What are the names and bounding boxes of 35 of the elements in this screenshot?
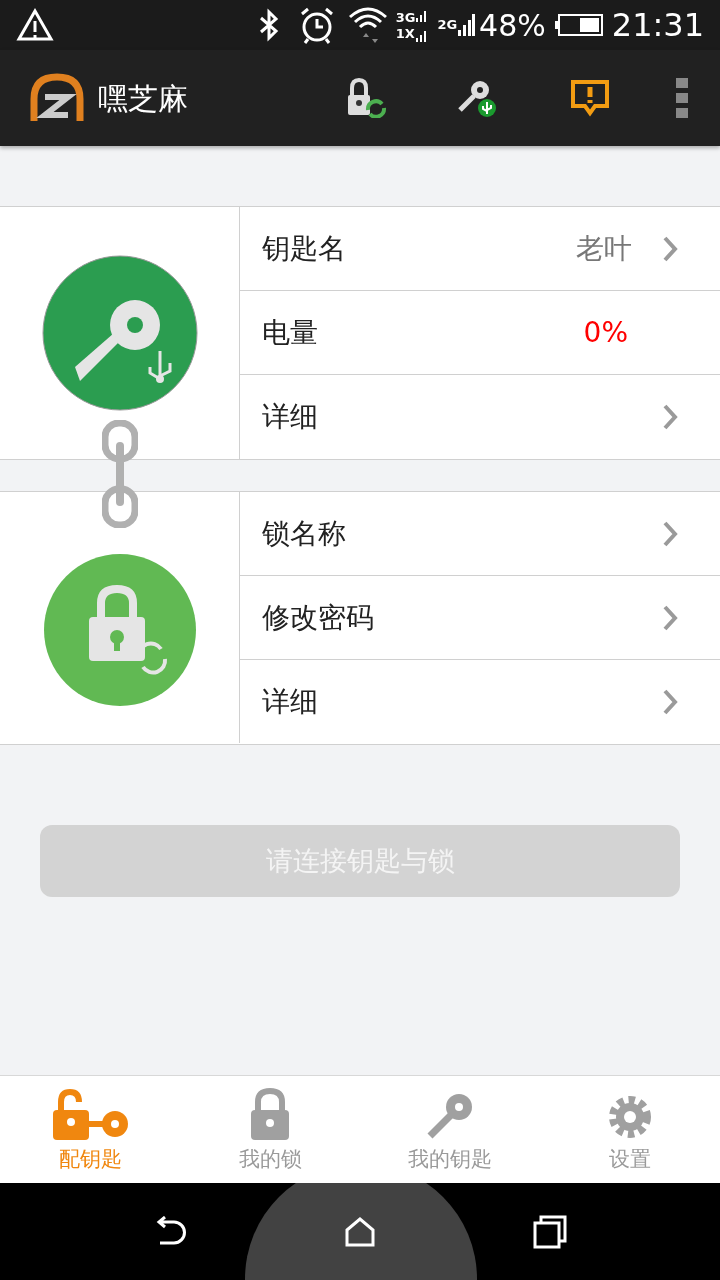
chevron-icon xyxy=(662,234,678,263)
chain-link-icon xyxy=(102,420,138,528)
row-value: 老叶 xyxy=(576,230,632,267)
battery-percent: 48% xyxy=(479,6,546,45)
key-usb-icon xyxy=(41,255,198,411)
clock-time: 21:31 xyxy=(611,5,704,46)
row-label: 电量 xyxy=(262,314,318,351)
row-label: 详细 xyxy=(262,399,318,435)
list-row[interactable]: 钥匙名 老叶 xyxy=(240,207,720,291)
chevron-icon xyxy=(662,603,678,632)
chevron-icon xyxy=(662,519,678,548)
unlock-key-icon xyxy=(51,1087,129,1142)
app-title: 嘿芝麻 xyxy=(98,79,188,118)
signal-icon xyxy=(457,12,476,38)
chevron-icon xyxy=(662,688,678,716)
warning-icon xyxy=(16,8,54,42)
row-label: 锁名称 xyxy=(262,515,346,552)
lock-sync-icon xyxy=(42,552,197,707)
list-row[interactable]: 修改密码 xyxy=(240,576,720,660)
list-row[interactable]: 详细 xyxy=(240,660,720,744)
app-logo xyxy=(28,73,86,123)
row-label: 详细 xyxy=(262,684,318,720)
battery-icon xyxy=(553,13,604,37)
chevron-icon xyxy=(662,403,678,431)
row-label: 修改密码 xyxy=(262,599,374,636)
wifi-icon xyxy=(347,5,388,45)
lock-icon xyxy=(249,1087,291,1142)
list-row[interactable]: 锁名称 xyxy=(240,492,720,576)
network-label: 1X xyxy=(395,26,416,40)
list-row[interactable]: 电量 0% xyxy=(240,291,720,375)
network-label: 2G xyxy=(437,16,458,35)
battery-level-value: 0% xyxy=(583,314,628,351)
network-label: 3G xyxy=(395,10,416,24)
list-row[interactable]: 详细 xyxy=(240,375,720,459)
row-label: 钥匙名 xyxy=(262,230,346,267)
